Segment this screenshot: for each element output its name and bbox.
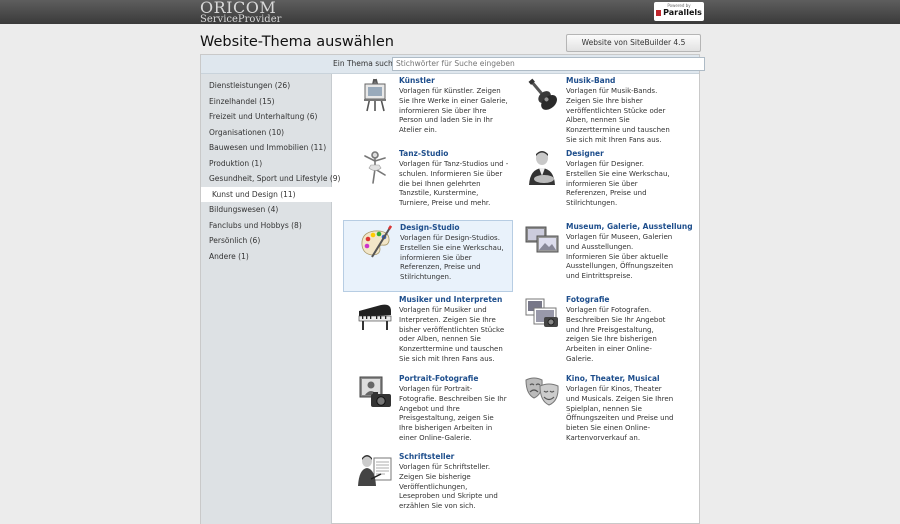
theme-title-link[interactable]: Tanz-Studio xyxy=(399,149,448,158)
category-item[interactable]: Bildungswesen (4) xyxy=(201,202,331,218)
theme-title-link[interactable]: Kino, Theater, Musical xyxy=(566,374,660,383)
theme-item[interactable]: Designer Vorlagen für Designer. Erstellen… xyxy=(510,147,680,215)
theme-description: Vorlagen für Design-Studios. Erstellen S… xyxy=(400,234,504,282)
search-input[interactable] xyxy=(392,57,705,71)
theme-title-link[interactable]: Designer xyxy=(566,149,604,158)
theme-title-link[interactable]: Musik-Band xyxy=(566,76,615,85)
theme-item[interactable]: Schriftsteller Vorlagen für Schriftstelle… xyxy=(343,450,513,518)
category-item[interactable]: Produktion (1) xyxy=(201,156,331,172)
theme-description: Vorlagen für Portrait-Fotografie. Beschr… xyxy=(399,385,507,442)
writer-icon xyxy=(357,452,393,488)
import-sitebuilder-button[interactable]: Website von SiteBuilder 4.5 importieren xyxy=(566,34,701,63)
search-bar: Ein Thema suchen xyxy=(201,55,705,74)
portrait-camera-icon xyxy=(357,374,393,410)
theme-description: Vorlagen für Schriftsteller. Zeigen Sie … xyxy=(399,463,498,511)
theme-item[interactable]: Musik-Band Vorlagen für Musik-Bands. Zeig… xyxy=(510,74,680,144)
theme-description: Vorlagen für Musik-Bands. Zeigen Sie Ihr… xyxy=(566,87,670,144)
theme-description: Vorlagen für Museen, Galerien und Ausste… xyxy=(566,233,674,281)
piano-icon xyxy=(357,295,393,331)
theme-title-link[interactable]: Portrait-Fotografie xyxy=(399,374,478,383)
theme-panel: Ein Thema suchen Dienstleistungen (26)Ei… xyxy=(200,54,705,524)
easel-icon xyxy=(357,76,393,112)
category-sidebar: Dienstleistungen (26) Einzelhandel (15) Fr… xyxy=(201,74,340,524)
theme-description: Vorlagen für Fotografen. Beschreiben Sie… xyxy=(566,306,666,363)
logo-subtext: ServiceProvider xyxy=(200,14,282,25)
theme-title-link[interactable]: Musiker und Interpreten xyxy=(399,295,502,304)
theme-item[interactable]: Tanz-Studio Vorlagen für Tanz-Studios und… xyxy=(343,147,513,215)
theme-item[interactable]: Künstler Vorlagen für Künstler. Zeigen Si… xyxy=(343,74,513,142)
category-item[interactable]: Kunst und Design (11) xyxy=(201,186,332,202)
guitar-icon xyxy=(524,76,560,112)
category-item[interactable]: Freizeit und Unterhaltung (6) xyxy=(201,109,331,125)
theme-title-link[interactable]: Künstler xyxy=(399,76,435,85)
theme-item[interactable]: Kino, Theater, Musical Vorlagen für Kinos… xyxy=(510,372,680,442)
brand-logo[interactable]: ORICOM ServiceProvider xyxy=(200,0,281,25)
top-header-bar: ORICOM ServiceProvider Powered by Parall… xyxy=(0,0,900,25)
powered-by-badge[interactable]: Powered by Parallels xyxy=(654,2,704,21)
theme-title-link[interactable]: Schriftsteller xyxy=(399,452,454,461)
theme-description: Vorlagen für Designer. Erstellen Sie ein… xyxy=(566,160,670,208)
parallels-logo: Parallels xyxy=(654,8,704,18)
theme-description: Vorlagen für Künstler. Zeigen Sie Ihre W… xyxy=(399,87,508,135)
category-item[interactable]: Fanclubs und Hobbys (8) xyxy=(201,218,331,234)
theme-description: Vorlagen für Kinos, Theater und Musicals… xyxy=(566,385,674,442)
category-item[interactable]: Gesundheit, Sport und Lifestyle (9) xyxy=(201,171,340,187)
gallery-icon xyxy=(524,222,560,258)
theme-item[interactable]: Portrait-Fotografie Vorlagen für Portrait… xyxy=(343,372,513,442)
theme-description: Vorlagen für Musiker und Interpreten. Ze… xyxy=(399,306,505,363)
dancer-icon xyxy=(357,149,393,185)
category-item[interactable]: Persönlich (6) xyxy=(201,233,331,249)
theme-item[interactable]: Musiker und Interpreten Vorlagen für Musi… xyxy=(343,293,513,363)
theme-item[interactable]: Fotografie Vorlagen für Fotografen. Besch… xyxy=(510,293,680,363)
designer-icon xyxy=(524,149,560,185)
photos-icon xyxy=(524,295,560,331)
palette-icon xyxy=(358,223,394,259)
theme-description: Vorlagen für Tanz-Studios und -schulen. … xyxy=(399,160,509,208)
theme-item[interactable]: Design-Studio Vorlagen für Design-Studios… xyxy=(343,220,513,292)
category-item[interactable]: Dienstleistungen (26) xyxy=(201,78,331,94)
theme-title-link[interactable]: Museum, Galerie, Ausstellung xyxy=(566,222,693,231)
category-item[interactable]: Organisationen (10) xyxy=(201,125,331,141)
category-item[interactable]: Andere (1) xyxy=(201,249,331,265)
theater-masks-icon xyxy=(524,374,560,410)
theme-item[interactable]: Museum, Galerie, Ausstellung Vorlagen für… xyxy=(510,220,693,288)
category-item[interactable]: Einzelhandel (15) xyxy=(201,94,331,110)
theme-title-link[interactable]: Fotografie xyxy=(566,295,609,304)
theme-title-link[interactable]: Design-Studio xyxy=(400,223,460,232)
category-item[interactable]: Bauwesen und Immobilien (11) xyxy=(201,140,331,156)
page-title: Website-Thema auswählen xyxy=(200,34,394,50)
